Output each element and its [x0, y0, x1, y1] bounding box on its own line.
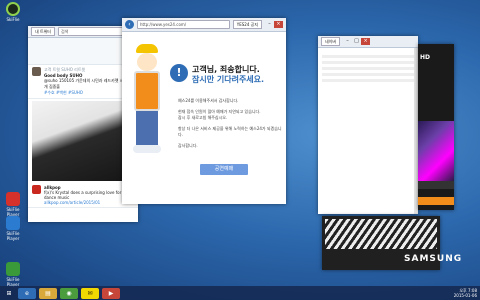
window-controls: – □ ×: [343, 38, 371, 45]
desktop-icon-player-2[interactable]: SkiFlie Player: [2, 216, 24, 241]
yes24-chrome: ‹ http://www.yes24.com/ YES24 공지 – ×: [122, 18, 286, 32]
close-icon[interactable]: ×: [274, 21, 283, 28]
tweet-text: f(x)'s Krystal does a surprising love fo…: [44, 190, 122, 200]
media-window: HD: [418, 44, 454, 210]
media-player-icon: [6, 262, 20, 276]
tab-yes24[interactable]: YES24 공지: [232, 20, 262, 29]
desktop-icon-label: SkiFlie Player: [6, 231, 20, 241]
desktop-icon-player-1[interactable]: SkiFlie Player: [2, 192, 24, 217]
notice-body: 예스24를 이용해주셔서 감사합니다. 현재 접속 인원이 많아 예매가 지연되…: [178, 98, 282, 149]
naver-chrome: 네이버 – □ ×: [318, 36, 418, 48]
close-icon[interactable]: ×: [361, 38, 371, 45]
tweet-link[interactable]: #수호 #백현 #SUHO: [44, 90, 134, 96]
tab-twitter[interactable]: 내 트위터: [31, 27, 55, 36]
naver-window: 네이버 – □ ×: [318, 36, 418, 214]
video-area: [418, 121, 454, 181]
tweet-text: @suho 150105 가운데의 시민과 레드카펫 사진 공개 집중출: [44, 78, 133, 89]
chrome-icon[interactable]: ◉: [60, 287, 78, 299]
explorer-icon[interactable]: ▤: [39, 287, 57, 299]
notice-line: 예스24를 이용해주셔서 감사합니다.: [178, 98, 239, 103]
orange-button[interactable]: [418, 197, 454, 205]
samsung-logo: SAMSUNG: [404, 254, 463, 264]
page-list: [318, 48, 418, 89]
clock-date: 2015-01-06: [453, 293, 477, 298]
media-icon[interactable]: ▶: [102, 287, 120, 299]
maximize-icon[interactable]: □: [352, 38, 361, 45]
ticket-button[interactable]: 공연예매: [200, 164, 248, 175]
tweet-link[interactable]: allkpop.com/article/2015/01: [44, 200, 134, 205]
tweet-photo: [32, 101, 134, 181]
hd-badge: HD: [420, 54, 431, 61]
clock[interactable]: 오후 7:08 2015-01-06: [454, 288, 477, 298]
desktop-icon-player-3[interactable]: SkiFlie Player: [2, 262, 24, 287]
minimize-icon[interactable]: –: [265, 21, 274, 28]
back-icon[interactable]: ‹: [125, 20, 134, 29]
ie-icon[interactable]: e: [18, 287, 36, 299]
media-player-icon: [6, 192, 20, 206]
window-controls: – ×: [265, 21, 283, 28]
info-icon: !: [170, 64, 188, 82]
avatar: [32, 67, 41, 76]
player-controls[interactable]: [418, 181, 454, 189]
notice-line: 감사합니다.: [178, 143, 198, 148]
yes24-window: ‹ http://www.yes24.com/ YES24 공지 – × ! 고…: [122, 18, 286, 204]
notice-line: 잠시 후 새로고침 해주십시오.: [178, 115, 228, 120]
kakao-icon[interactable]: ✉: [81, 287, 99, 299]
taskbar: ⊞ e ▤ ◉ ✉ ▶ 오후 7:08 2015-01-06: [0, 286, 480, 300]
desktop-icon-label: SkiFlie: [6, 17, 20, 22]
notice-subtitle: 잠시만 기다려주세요.: [192, 75, 265, 84]
app-icon: [6, 2, 20, 16]
minimize-icon[interactable]: –: [343, 38, 352, 45]
media-player-icon: [6, 216, 20, 230]
desktop-icon-skiflie[interactable]: SkiFlie: [2, 2, 24, 22]
start-icon[interactable]: ⊞: [3, 288, 15, 299]
tab-naver[interactable]: 네이버: [321, 37, 341, 46]
url-bar[interactable]: http://www.yes24.com/: [137, 20, 230, 29]
notice-line: 항상 더 나은 서비스 제공을 위해 노력하는 예스24가 되겠습니다.: [178, 126, 282, 137]
construction-mascot: [128, 44, 166, 176]
avatar: [32, 185, 41, 194]
samsung-screen: [325, 219, 437, 249]
